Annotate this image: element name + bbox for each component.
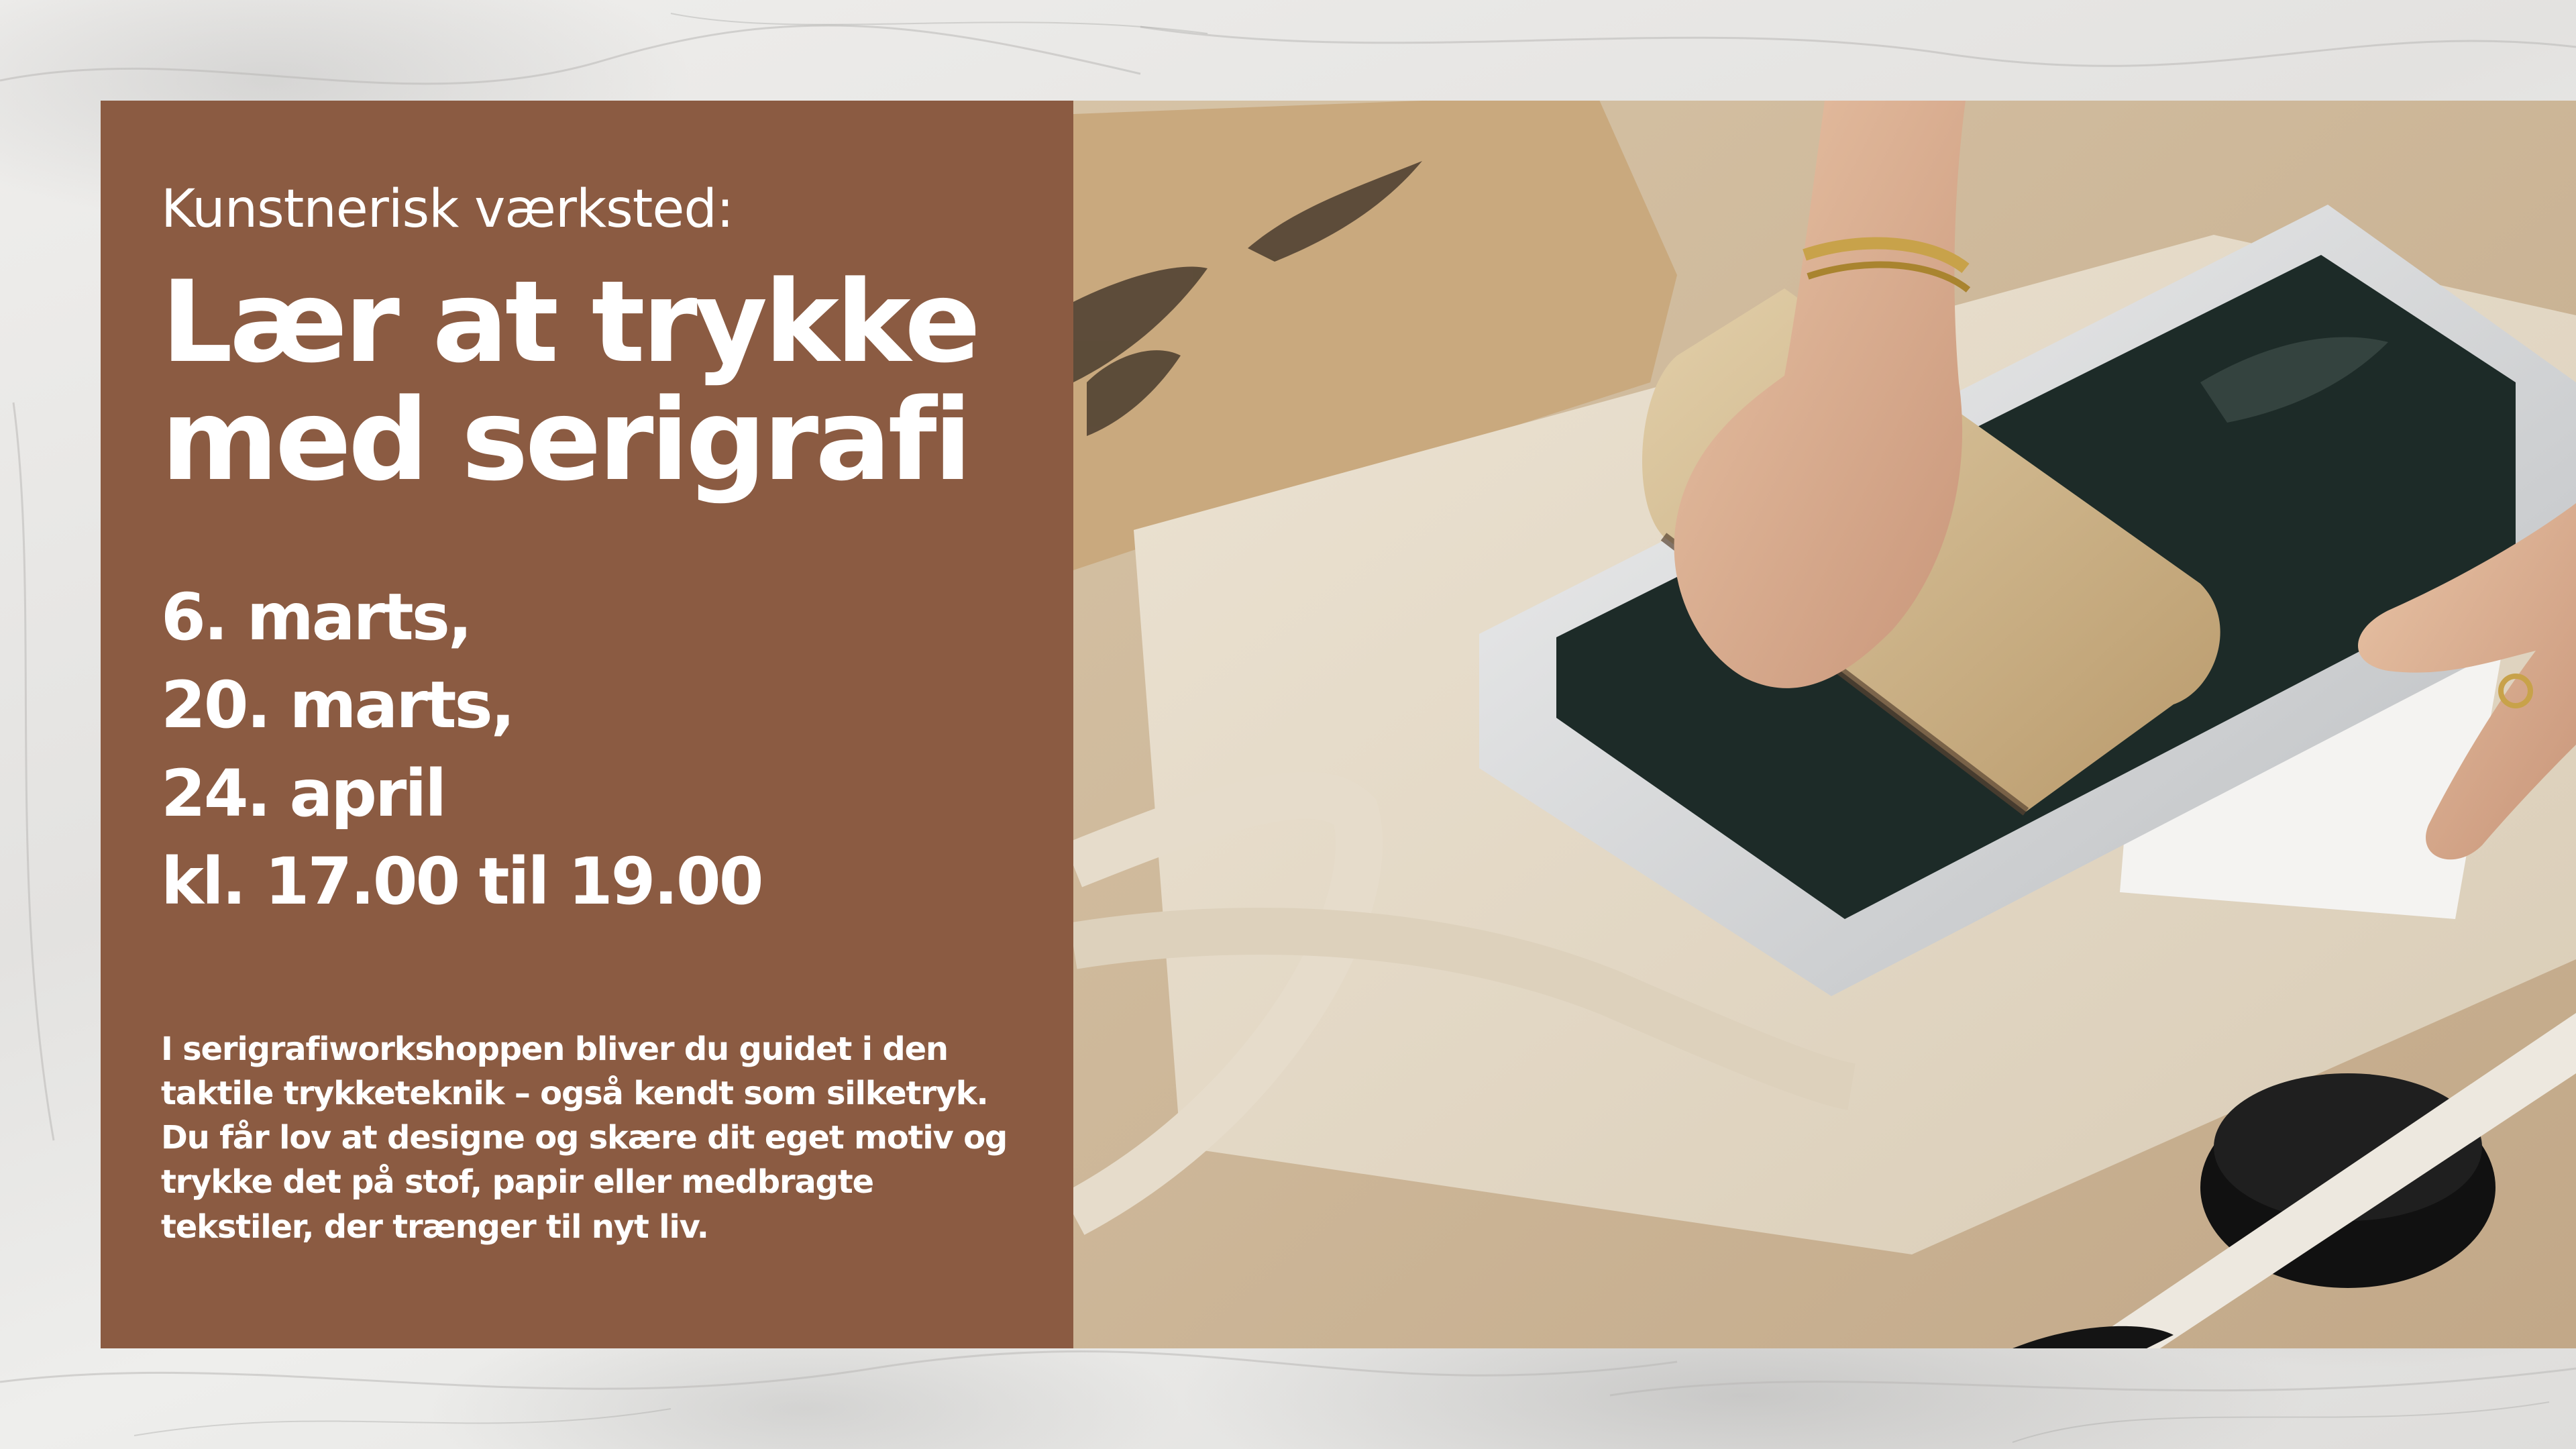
event-date-2: 20. marts,	[161, 667, 515, 743]
event-time: kl. 17.00 til 19.00	[161, 844, 764, 920]
event-dates: 6. marts, 20. marts, 24. april kl. 17.00…	[161, 574, 1013, 926]
event-date-3: 24. april	[161, 755, 447, 831]
event-description: I serigrafiworkshoppen bliver du guidet …	[161, 1030, 1008, 1246]
screen-printing-photo	[1073, 101, 2576, 1348]
event-title-line-2: med serigrafi	[161, 374, 972, 506]
event-kicker: Kunstnerisk værksted:	[161, 179, 734, 239]
event-title-line-1: Lær at trykke	[161, 256, 981, 388]
photo-illustration	[1073, 101, 2576, 1348]
event-info-panel: Kunstnerisk værksted: Lær at trykke med …	[101, 101, 1073, 1348]
event-title: Lær at trykke med serigrafi	[161, 256, 1013, 506]
event-date-1: 6. marts,	[161, 579, 472, 655]
